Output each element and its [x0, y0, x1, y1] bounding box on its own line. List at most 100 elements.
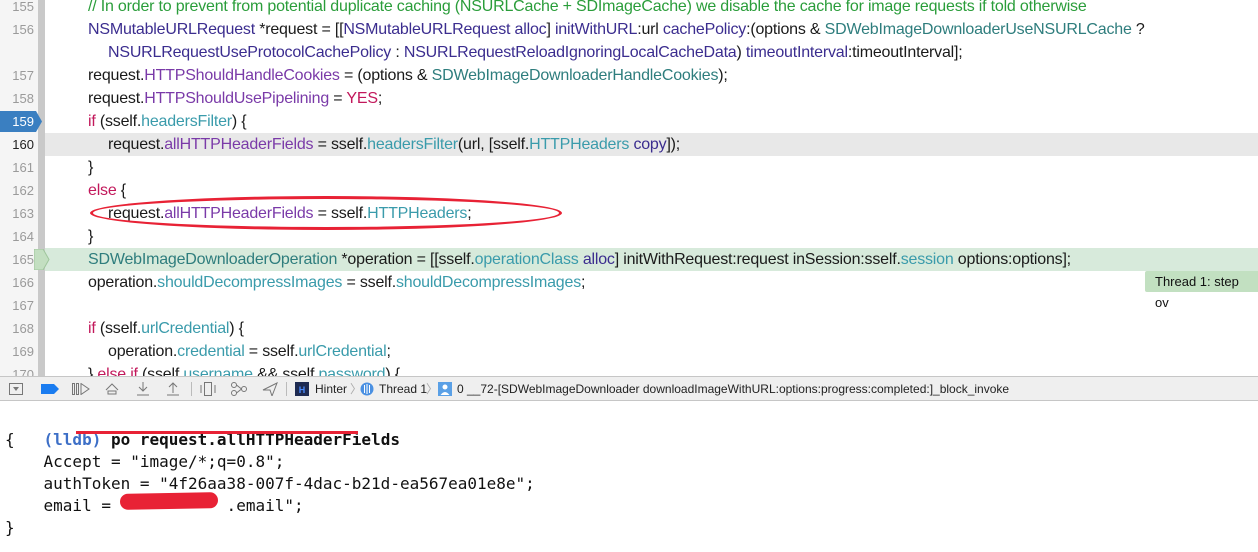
breadcrumb-thread[interactable]: Thread 1 — [379, 377, 427, 402]
code-token: = sself. — [313, 205, 368, 222]
code-line[interactable]: 170} else if (sself.username && sself.pa… — [0, 363, 1258, 376]
thread-status-annotation: Thread 1: step ov — [1145, 271, 1258, 310]
code-token: = (options & — [339, 67, 432, 84]
code-token: ]); — [666, 136, 681, 153]
line-number[interactable]: 156 — [0, 18, 34, 41]
code-token: SDWebImageDownloaderOperation — [88, 251, 338, 268]
code-token: ] — [546, 21, 555, 38]
code-line[interactable]: 162 else { — [0, 179, 1258, 202]
code-line[interactable]: 169 operation.credential = sself.urlCrede… — [0, 340, 1258, 363]
code-token: NSURLRequestReloadIgnoringLocalCacheData — [403, 44, 737, 61]
code-text: NSMutableURLRequest *request = [[NSMutab… — [88, 18, 1145, 41]
code-token: if — [88, 320, 96, 337]
line-number[interactable]: 165 — [0, 248, 34, 271]
code-token: options:options]; — [953, 251, 1071, 268]
code-text: operation.shouldDecompressImages = sself… — [88, 271, 585, 294]
code-line[interactable]: 156 NSMutableURLRequest *request = [[NSMu… — [0, 18, 1258, 41]
console-output-line: { — [5, 430, 15, 449]
code-line[interactable]: 155 // In order to prevent from potential… — [0, 0, 1258, 18]
line-number[interactable]: 170 — [0, 363, 34, 376]
code-token: *request = [[ — [254, 21, 344, 38]
code-token: request. — [108, 136, 165, 153]
code-token: HTTPShouldHandleCookies — [144, 67, 340, 84]
code-token: copy — [633, 136, 667, 153]
code-token: initWithURL — [554, 21, 638, 38]
line-number[interactable]: 166 — [0, 271, 34, 294]
code-token: *operation = [[sself. — [337, 251, 475, 268]
line-number[interactable]: 162 — [0, 179, 34, 202]
code-token: request. — [88, 90, 145, 107]
code-token: credential — [177, 343, 245, 360]
app-icon: H — [295, 380, 309, 397]
line-number[interactable]: 157 — [0, 64, 34, 87]
breadcrumb-frame[interactable]: 0 __72-[SDWebImageDownloader downloadIma… — [457, 377, 1009, 402]
line-number[interactable]: 167 — [0, 294, 34, 317]
redaction-mark — [119, 492, 219, 510]
code-line[interactable]: 159 if (sself.headersFilter) { — [0, 110, 1258, 133]
line-number[interactable]: 168 — [0, 317, 34, 340]
line-number[interactable]: 160 — [0, 133, 34, 156]
breadcrumb-app[interactable]: Hinter — [315, 377, 347, 402]
debug-view-hierarchy-icon[interactable] — [200, 380, 216, 397]
line-number[interactable]: 155 — [0, 0, 34, 18]
code-token: = — [329, 90, 347, 107]
code-line[interactable]: 168 if (sself.urlCredential) { — [0, 317, 1258, 340]
code-text: request.HTTPShouldHandleCookies = (optio… — [88, 64, 728, 87]
code-text: request.allHTTPHeaderFields = sself.head… — [108, 133, 680, 156]
code-token: HTTPHeaders — [529, 136, 630, 153]
line-number[interactable]: 159 — [0, 110, 34, 133]
line-number[interactable]: 164 — [0, 225, 34, 248]
code-text: else { — [88, 179, 126, 202]
line-number[interactable]: 161 — [0, 156, 34, 179]
step-over-icon[interactable] — [104, 380, 120, 397]
debug-bar: H Hinter 〉 Thread 1 〉 0 __72-[SDWebImage… — [0, 376, 1258, 401]
code-line[interactable]: 163 request.allHTTPHeaderFields = sself.H… — [0, 202, 1258, 225]
code-line[interactable]: 165 SDWebImageDownloaderOperation *operat… — [0, 248, 1258, 271]
code-token: headersFilter — [367, 136, 458, 153]
continue-icon[interactable] — [72, 380, 90, 397]
code-token: && sself. — [252, 366, 319, 376]
code-token: ) { — [385, 366, 400, 376]
instruction-pointer-icon[interactable] — [34, 249, 50, 270]
step-out-icon[interactable] — [166, 380, 180, 397]
lldb-console[interactable]: (lldb) po request.allHTTPHeaderFields { … — [0, 401, 1258, 552]
code-text: } — [88, 225, 93, 248]
breadcrumb-chevron-icon: 〉 — [426, 382, 439, 396]
code-line[interactable]: 160 request.allHTTPHeaderFields = sself.h… — [0, 133, 1258, 156]
code-line[interactable]: 157 request.HTTPShouldHandleCookies = (op… — [0, 64, 1258, 87]
hide-debug-area-icon[interactable] — [8, 380, 24, 397]
svg-text:H: H — [299, 385, 306, 395]
code-token: alloc — [514, 21, 547, 38]
code-line[interactable]: NSURLRequestUseProtocolCachePolicy : NSU… — [0, 41, 1258, 64]
console-output-line: } — [5, 518, 15, 537]
code-line[interactable]: 158 request.HTTPShouldUsePipelining = YES… — [0, 87, 1258, 110]
code-token: urlCredential — [298, 343, 387, 360]
code-token: :timeoutInterval]; — [847, 44, 963, 61]
code-token: } — [88, 366, 98, 376]
code-token: alloc — [582, 251, 615, 268]
source-editor[interactable]: 155 // In order to prevent from potential… — [0, 0, 1258, 376]
line-number[interactable]: 158 — [0, 87, 34, 110]
step-into-icon[interactable] — [136, 380, 150, 397]
code-token: else — [88, 182, 117, 199]
code-line[interactable]: 167 — [0, 294, 1258, 317]
code-token: } — [88, 159, 94, 176]
code-line[interactable]: 161} — [0, 156, 1258, 179]
code-token: HTTPHeaders — [367, 205, 468, 222]
breakpoints-toggle-icon[interactable] — [40, 380, 60, 397]
code-token: SDWebImageDownloaderHandleCookies — [431, 67, 719, 84]
code-token: ] initWithRequest:request inSession:ssel… — [614, 251, 901, 268]
code-text: request.HTTPShouldUsePipelining = YES; — [88, 87, 382, 110]
code-token: (sself. — [95, 113, 142, 130]
line-number[interactable]: 163 — [0, 202, 34, 225]
line-number[interactable]: 169 — [0, 340, 34, 363]
code-line[interactable]: 166 operation.shouldDecompressImages = ss… — [0, 271, 1258, 294]
code-token: (url, [sself. — [457, 136, 530, 153]
memory-graph-icon[interactable] — [230, 380, 248, 397]
simulate-location-icon[interactable] — [262, 380, 278, 397]
code-line[interactable]: 164} — [0, 225, 1258, 248]
code-token: timeoutInterval — [745, 44, 848, 61]
code-text: SDWebImageDownloaderOperation *operation… — [88, 248, 1071, 271]
code-token: = sself. — [342, 274, 396, 291]
code-token: password — [318, 366, 386, 376]
